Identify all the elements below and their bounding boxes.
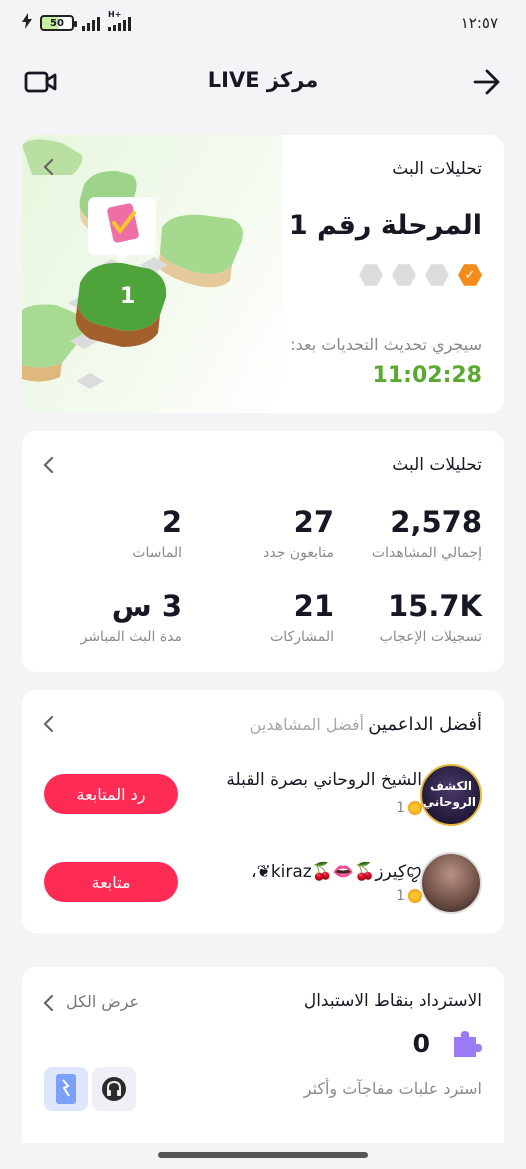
header: مركز LIVE	[0, 56, 526, 110]
tile-number: 1	[120, 284, 135, 309]
chevron-left-icon[interactable]	[42, 157, 56, 183]
avatar-text: الكشف الروحاني	[422, 779, 476, 809]
supporter-name[interactable]: ꨄ︎كِيرز🍒👄🍒kiraz❦︎،	[251, 858, 422, 883]
stage-progress: ✓	[359, 263, 482, 287]
progress-level-done-icon: ✓	[458, 264, 482, 286]
avatar[interactable]: الكشف الروحاني	[420, 764, 482, 826]
home-indicator[interactable]	[158, 1152, 368, 1158]
stat-total-views: 2,578 إجمالي المشاهدات	[371, 505, 482, 561]
avatar[interactable]	[420, 852, 482, 914]
tab-top-viewers[interactable]: أفضل المشاهدين	[250, 715, 364, 734]
progress-level-locked	[359, 264, 383, 286]
points-value: 0	[412, 1029, 430, 1058]
coin-icon	[408, 801, 422, 815]
phone-gift-icon[interactable]	[44, 1067, 88, 1111]
progress-level-locked	[392, 264, 416, 286]
stat-shares: 21 المشاركات	[270, 589, 334, 645]
follow-button[interactable]: متابعة	[44, 862, 178, 902]
page-title: مركز LIVE	[207, 68, 319, 92]
countdown-timer: 11:02:28	[372, 363, 482, 388]
stat-diamonds: 2 الماسات	[132, 505, 182, 561]
supporter-coins: 1	[396, 888, 422, 904]
arrow-right-icon[interactable]	[472, 68, 502, 100]
signal-icon	[82, 15, 100, 31]
battery-icon: 50	[40, 15, 77, 31]
stat-likes: 15.7K تسجيلات الإعجاب	[379, 589, 482, 645]
chevron-left-icon[interactable]	[42, 714, 56, 740]
supporters-card: أفضل الداعمين أفضل المشاهدين الكشف الروح…	[22, 690, 504, 933]
stat-live-duration: 3 س مدة البث المباشر	[80, 589, 182, 645]
follow-back-button[interactable]: رد المتابعة	[44, 774, 178, 814]
chevron-left-icon[interactable]	[42, 455, 56, 481]
stat-new-followers: 27 متابعون جدد	[263, 505, 334, 561]
status-bar: 50 H+ ١٢:٥٧	[0, 0, 526, 50]
stage-card[interactable]: 1 تحليلات البث المرحلة رقم 1 ✓ سيجري تحد…	[22, 135, 504, 413]
charging-icon	[22, 13, 32, 33]
analytics-card[interactable]: تحليلات البث 2,578 إجمالي المشاهدات 27 م…	[22, 431, 504, 672]
puzzle-icon	[450, 1027, 482, 1063]
supporter-name[interactable]: الشيخ الروحاني بصرة القبلة	[226, 770, 422, 790]
stage-label: المرحلة رقم 1	[288, 210, 482, 241]
signal-icon-2: H+	[108, 10, 131, 31]
rewards-subtitle: استرد علبات مفاجآت وأكثر	[303, 1079, 482, 1098]
analytics-title: تحليلات البث	[392, 455, 482, 475]
status-time: ١٢:٥٧	[460, 14, 498, 32]
chevron-left-icon[interactable]	[42, 993, 56, 1019]
progress-level-locked	[425, 264, 449, 286]
supporter-coins: 1	[396, 800, 422, 816]
headphones-gift-icon[interactable]	[92, 1067, 136, 1111]
rewards-title: الاسترداد بنقاط الاستبدال	[303, 991, 482, 1011]
coin-icon	[408, 889, 422, 903]
view-all-link[interactable]: عرض الكل	[66, 992, 139, 1011]
rewards-card: الاسترداد بنقاط الاستبدال عرض الكل 0 است…	[22, 967, 504, 1143]
stage-illustration: 1	[22, 135, 282, 413]
refresh-label: سيجري تحديث التحديات بعد:	[290, 335, 482, 354]
tab-top-supporters[interactable]: أفضل الداعمين	[368, 714, 482, 735]
stage-card-title: تحليلات البث	[392, 159, 482, 179]
